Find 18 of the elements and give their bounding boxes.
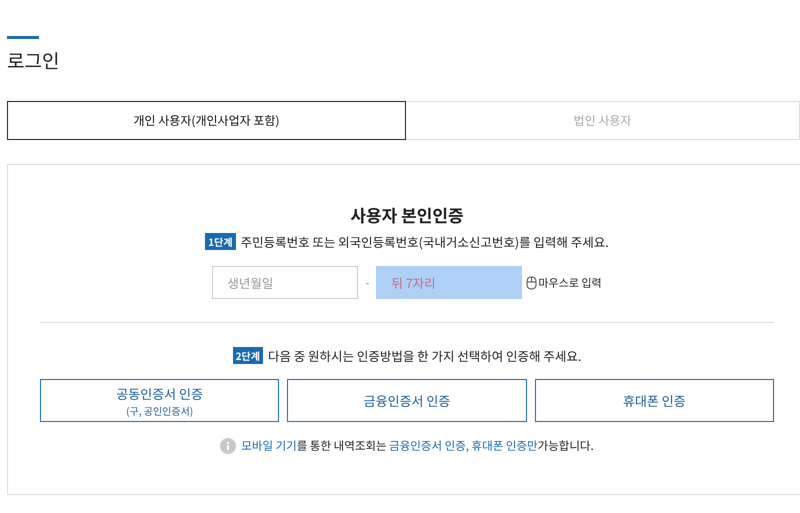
separator: - [364,274,370,291]
auth-method-button[interactable]: 금융인증서 인증 [287,379,527,422]
page-title: 로그인 [7,47,60,75]
auth-method-button[interactable]: 공동인증서 인증 (구, 공인인증서) [40,379,280,422]
step-instruction: 주민등록번호 또는 외국인등록번호(국내거소신고번호)를 입력해 주세요. [240,232,609,251]
title-accent-bar [7,36,39,39]
mouse-icon [526,276,538,290]
mouse-input-link[interactable]: 마우스로 입력 [526,274,602,290]
section-heading: 사용자 본인인증 [350,203,464,227]
step-badge: 1단계 [205,233,236,250]
info-note: 모바일 기기를 통한 내역조회는 금융인증서 인증, 휴대폰 인증만가능합니다. [241,438,594,454]
tab[interactable]: 개인 사용자(개인사업자 포함) [7,101,406,140]
step-instruction: 다음 중 원하시는 인증방법을 한 가지 선택하여 인증해 주세요. [268,346,582,365]
id-number-field[interactable]: 뒤 7자리 [376,266,522,299]
birth-date-field[interactable]: 생년월일 [212,266,358,299]
step-badge: 2단계 [232,347,263,364]
info-icon [220,438,236,454]
auth-method-button[interactable]: 휴대폰 인증 [534,379,774,422]
